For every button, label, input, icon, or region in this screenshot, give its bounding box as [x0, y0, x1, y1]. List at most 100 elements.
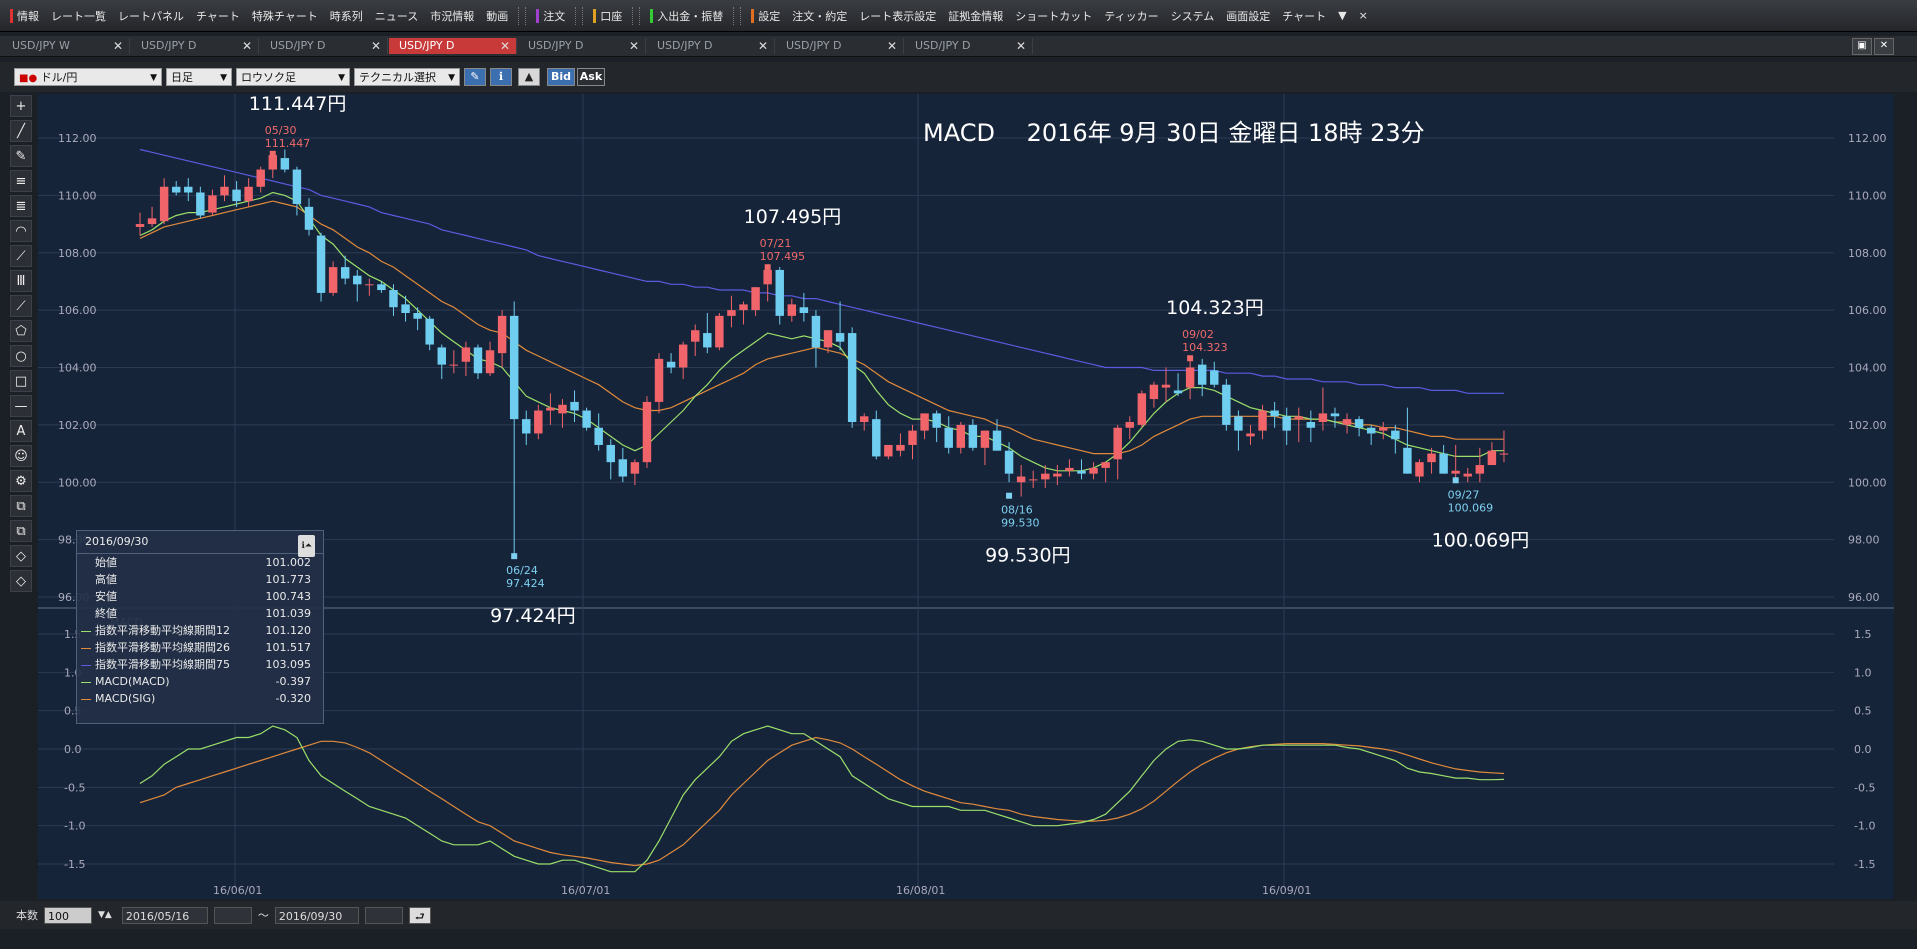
menu-item[interactable]: 動画	[480, 6, 514, 26]
drawing-tool-button[interactable]: ≣	[10, 195, 32, 217]
drawing-tool-button[interactable]: ≡	[10, 170, 32, 192]
to-date-input[interactable]: 2016/09/30	[274, 906, 359, 924]
macd-tick-left: -1.5	[64, 858, 85, 871]
close-tab-icon[interactable]: ✕	[113, 38, 123, 54]
macd-tick-right: 1.5	[1854, 628, 1872, 641]
drawing-tool-button[interactable]: ⬠	[10, 320, 32, 342]
price-tick-left: 108.00	[58, 247, 97, 260]
close-tab-icon[interactable]: ✕	[1016, 38, 1026, 54]
candle-body	[208, 195, 217, 213]
price-tick-right: 110.00	[1848, 189, 1887, 202]
menu-item[interactable]: 証拠金情報	[942, 6, 1009, 26]
chart-type-select[interactable]: ロウソク足 ▼	[236, 68, 350, 86]
chart-tab[interactable]: USD/JPY D ✕	[260, 38, 388, 54]
drawing-tool-button[interactable]: A	[10, 420, 32, 442]
menu-item[interactable]: 注文・約定	[786, 6, 853, 26]
currency-pair-select[interactable]: ■● ドル/円 ▼	[14, 68, 162, 86]
chart-tab[interactable]: USD/JPY D ✕	[905, 38, 1033, 54]
drawing-tool-button[interactable]: +	[10, 95, 32, 117]
close-tab-icon[interactable]: ✕	[500, 38, 510, 54]
close-tab-icon[interactable]: ✕	[887, 38, 897, 54]
close-tab-icon[interactable]: ✕	[371, 38, 381, 54]
ask-button[interactable]: Ask	[577, 68, 605, 86]
drawing-tool-button[interactable]: Ⅲ	[10, 270, 32, 292]
extreme-value: 97.424	[506, 577, 545, 590]
from-time-input[interactable]	[213, 906, 252, 924]
menu-item[interactable]: レートパネル	[112, 6, 190, 26]
drawing-tool-button[interactable]: ⚙	[10, 470, 32, 492]
chart-tab[interactable]: USD/JPY D ✕	[131, 38, 259, 54]
to-time-input[interactable]	[364, 906, 403, 924]
bid-button[interactable]: Bid	[547, 68, 575, 86]
chart-area[interactable]: 112.00 112.00 110.00 110.00 108.00 108.00 106.…	[38, 93, 1894, 899]
chart-tab[interactable]: USD/JPY D ✕	[389, 38, 517, 54]
drawing-tool-button[interactable]: ○	[10, 345, 32, 367]
maximize-button[interactable]: ▣	[1852, 38, 1872, 55]
close-window-button[interactable]: ✕	[1874, 38, 1894, 55]
chart-tab[interactable]: USD/JPY D ✕	[647, 38, 775, 54]
menu-close-button[interactable]: ×	[1353, 6, 1374, 26]
chart-tab[interactable]: USD/JPY D ✕	[776, 38, 904, 54]
macd-tick-right: -1.0	[1854, 820, 1875, 833]
chart-tab[interactable]: USD/JPY W ✕	[2, 38, 130, 54]
chart-tab[interactable]: USD/JPY D ✕	[518, 38, 646, 54]
menu-more-button[interactable]: ▼	[1332, 6, 1352, 26]
menu-item[interactable]: 入出金・振替	[644, 6, 729, 26]
menu-item[interactable]: システム	[1165, 6, 1221, 26]
menu-item[interactable]: 市況情報	[424, 6, 480, 26]
info-row-value: 101.002	[265, 556, 312, 569]
drawing-tool-button[interactable]: ⧉	[10, 520, 32, 542]
drawing-tool-button[interactable]: ╱	[10, 120, 32, 142]
candle-body	[196, 192, 205, 216]
price-tick-right: 108.00	[1848, 247, 1887, 260]
candlestick-chart[interactable]: 112.00 112.00 110.00 110.00 108.00 108.00 106.…	[38, 93, 1894, 899]
menu-item[interactable]: 画面設定	[1220, 6, 1276, 26]
info-button[interactable]: ℹ	[490, 68, 512, 86]
menu-item[interactable]: 口座	[587, 6, 628, 26]
drawing-tool-button[interactable]: ⟋	[10, 245, 32, 267]
drawing-tool-button[interactable]: ◠	[10, 220, 32, 242]
menu-item[interactable]: 設定	[745, 6, 786, 26]
refresh-button[interactable]: ⮐	[408, 906, 431, 924]
close-tab-icon[interactable]: ✕	[242, 38, 252, 54]
drawing-tool-button[interactable]: ⟋	[10, 295, 32, 317]
candle-body	[485, 350, 495, 374]
period-select[interactable]: 日足 ▼	[166, 68, 232, 86]
from-date-input[interactable]: 2016/05/16	[121, 906, 208, 924]
technical-select[interactable]: テクニカル選択 ▼	[354, 68, 460, 86]
menu-item[interactable]: ティッカー	[1098, 6, 1164, 26]
count-down-icon[interactable]: ▼▲	[98, 910, 112, 920]
menu-item[interactable]: ショートカット	[1009, 6, 1098, 26]
menu-item[interactable]: レート表示設定	[853, 6, 942, 26]
drawing-tool-button[interactable]: □	[10, 370, 32, 392]
menu-item[interactable]: 特殊チャート	[246, 6, 324, 26]
count-input[interactable]: 100	[44, 906, 92, 924]
drawing-tool-button[interactable]: —	[10, 395, 32, 417]
menu-item[interactable]: 注文	[530, 6, 571, 26]
candle-body	[1137, 393, 1147, 425]
extreme-value: 100.069	[1448, 501, 1494, 514]
menu-item[interactable]: チャート	[1276, 6, 1332, 26]
info-row-value: -0.320	[275, 692, 311, 705]
menu-item[interactable]: ニュース	[369, 6, 424, 26]
drawing-tool-button[interactable]: ◇	[10, 545, 32, 567]
candle-body	[678, 344, 688, 368]
macd-tick-left: -0.5	[64, 781, 85, 794]
close-tab-icon[interactable]: ✕	[758, 38, 768, 54]
menu-item[interactable]: 時系列	[324, 6, 369, 26]
candle-body	[1318, 413, 1328, 423]
menu-item[interactable]: レート一覧	[45, 6, 112, 26]
drawing-tool-button[interactable]: ⧉	[10, 495, 32, 517]
drawing-tool-button[interactable]: ☺	[10, 445, 32, 467]
menu-item[interactable]: 情報	[4, 6, 45, 26]
info-row-label: 始値	[95, 556, 117, 569]
menu-item[interactable]: チャート	[190, 6, 246, 26]
pencil-tool-button[interactable]: ✎	[464, 68, 486, 86]
technical-label: テクニカル選択	[359, 71, 436, 84]
drawing-tool-button[interactable]: ✎	[10, 145, 32, 167]
close-tab-icon[interactable]: ✕	[629, 38, 639, 54]
series-color-line	[81, 580, 91, 581]
drawing-tool-button[interactable]: ◇	[10, 570, 32, 592]
chart-style-button[interactable]: ▲	[518, 68, 540, 86]
candle-body	[437, 347, 446, 365]
